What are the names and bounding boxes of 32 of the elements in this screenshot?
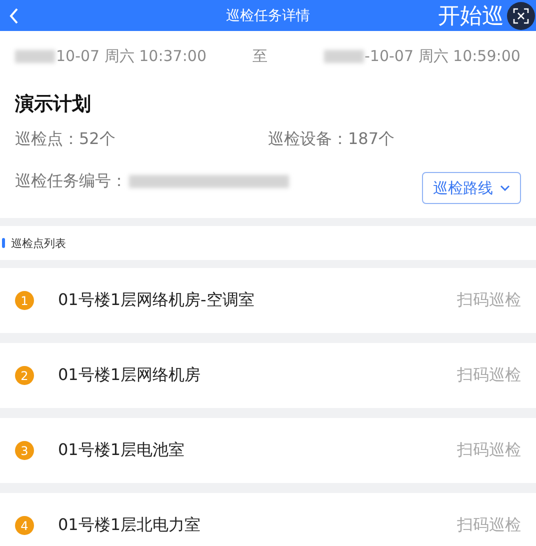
device-count: 巡检设备：187个 [268,129,395,150]
start-time: 10-07 周六 10:37:00 [56,46,206,66]
chevron-down-icon [500,185,510,191]
point-name: 01号楼1层电池室 [58,440,185,461]
scan-inspection-link[interactable]: 扫码巡检 [457,515,521,536]
point-name: 01号楼1层北电力室 [58,515,201,536]
scan-inspection-link[interactable]: 扫码巡检 [457,365,521,386]
inspection-point-row[interactable]: 2 01号楼1层网络机房 扫码巡检 [0,343,536,408]
plan-name: 演示计划 [15,92,92,117]
range-separator: 至 [252,46,268,66]
point-count: 巡检点：52个 [15,129,116,150]
back-icon [8,6,20,24]
scan-inspection-link[interactable]: 扫码巡检 [457,290,521,311]
end-time: -10-07 周六 10:59:00 [364,46,520,66]
point-name: 01号楼1层网络机房-空调室 [58,290,254,311]
section-title: 巡检点列表 [11,236,66,250]
page-title: 巡检任务详情 [225,6,311,24]
start-inspection-button[interactable]: 开始巡 [438,0,504,30]
inspection-point-row[interactable]: 4 01号楼1层北电力室 扫码巡检 [0,493,536,546]
inspection-point-row[interactable]: 1 01号楼1层网络机房-空调室 扫码巡检 [0,268,536,333]
inspection-point-row[interactable]: 3 01号楼1层电池室 扫码巡检 [0,418,536,483]
route-dropdown[interactable]: 巡检路线 [422,172,521,204]
redacted-mark [15,50,55,62]
index-badge: 2 [15,366,34,385]
index-badge: 3 [15,441,34,460]
redacted-mark [324,50,364,62]
task-number-label: 巡检任务编号： [15,170,127,192]
index-badge: 4 [15,516,34,535]
point-name: 01号楼1层网络机房 [58,365,201,386]
index-badge: 1 [15,291,34,310]
scan-inspection-link[interactable]: 扫码巡检 [457,440,521,461]
section-marker [2,238,5,248]
